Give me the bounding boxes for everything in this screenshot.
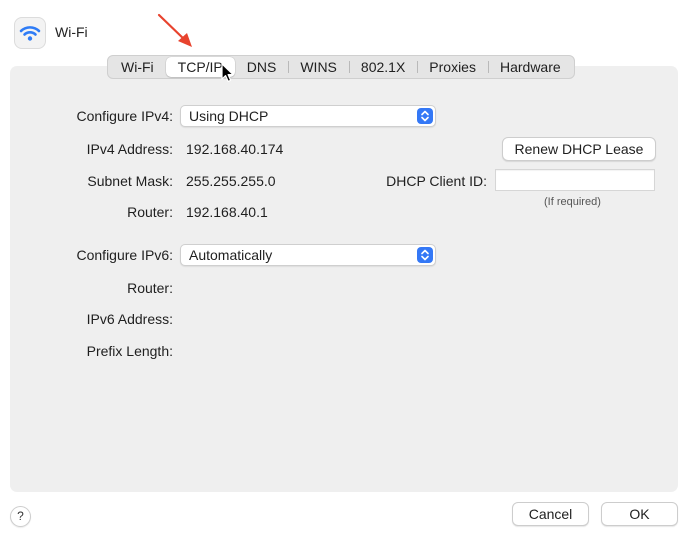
configure-ipv6-popup[interactable]: Automatically [180, 244, 436, 266]
ipv4-router-value: 192.168.40.1 [186, 204, 268, 220]
dhcp-client-id-label: DHCP Client ID: [386, 173, 487, 189]
configure-ipv4-popup[interactable]: Using DHCP [180, 105, 436, 127]
tab-proxies[interactable]: Proxies [417, 56, 488, 78]
dhcp-client-id-hint: (If required) [544, 196, 601, 208]
wifi-app-icon [14, 17, 46, 49]
configure-ipv6-label: Configure IPv6: [76, 247, 174, 263]
ipv4-address-label: IPv4 Address: [86, 141, 173, 157]
configure-ipv4-value: Using DHCP [189, 108, 269, 124]
configure-ipv4-label: Configure IPv4: [76, 108, 174, 124]
help-button[interactable]: ? [10, 506, 31, 527]
popup-stepper-icon [417, 247, 433, 263]
dhcp-client-id-field[interactable] [495, 169, 655, 191]
popup-stepper-icon [417, 108, 433, 124]
tab-wifi[interactable]: Wi-Fi [109, 56, 166, 78]
subnet-mask-label: Subnet Mask: [87, 173, 173, 189]
cancel-button[interactable]: Cancel [512, 502, 589, 526]
ipv6-router-label: Router: [127, 280, 173, 296]
subnet-mask-value: 255.255.255.0 [186, 173, 276, 189]
settings-panel [10, 66, 678, 492]
ipv4-router-label: Router: [127, 204, 173, 220]
tab-bar: Wi-Fi TCP/IP DNS WINS 802.1X Proxies Har… [107, 55, 575, 79]
tab-8021x[interactable]: 802.1X [348, 56, 417, 78]
renew-dhcp-lease-button[interactable]: Renew DHCP Lease [502, 137, 656, 161]
wifi-icon [19, 26, 41, 41]
ipv4-address-value: 192.168.40.174 [186, 141, 284, 157]
prefix-length-label: Prefix Length: [86, 343, 173, 359]
tab-wins[interactable]: WINS [288, 56, 349, 78]
tab-dns[interactable]: DNS [235, 56, 289, 78]
annotation-arrow-icon [157, 13, 192, 47]
tab-hardware[interactable]: Hardware [487, 56, 573, 78]
mouse-cursor-icon [221, 63, 234, 82]
configure-ipv6-value: Automatically [189, 247, 273, 263]
ok-button[interactable]: OK [601, 502, 678, 526]
window-title: Wi-Fi [55, 24, 88, 40]
ipv6-address-label: IPv6 Address: [86, 311, 173, 327]
